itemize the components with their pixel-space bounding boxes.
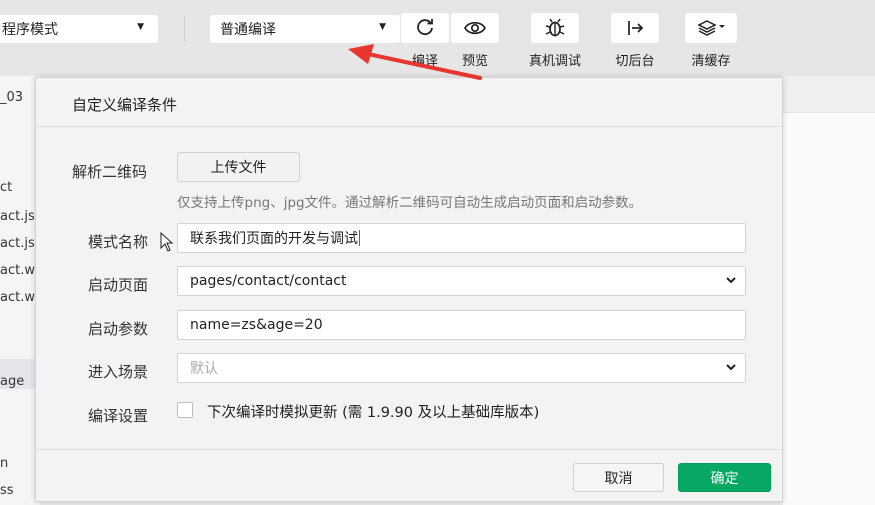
start-params-value: name=zs&age=20 [190, 317, 323, 333]
compile-mode-value: 普通编译 [220, 22, 276, 38]
real-device-debug-button[interactable] [531, 13, 579, 43]
toolbar-divider [184, 16, 185, 42]
simulate-update-checkbox[interactable] [177, 402, 193, 418]
start-params-label: 启动参数 [88, 320, 149, 338]
editor-background [783, 76, 875, 505]
file-tree-item[interactable]: ct [0, 180, 12, 195]
clear-cache-label[interactable]: 清缓存 [681, 50, 741, 69]
eye-icon [464, 21, 486, 35]
annotation-arrow-icon [348, 44, 482, 80]
text-caret [359, 230, 360, 246]
scene-placeholder: 默认 [190, 361, 218, 377]
file-tree-item[interactable]: act.js [0, 236, 35, 251]
dialog-divider [36, 126, 782, 127]
file-tree-item[interactable]: act.w [0, 290, 35, 305]
start-page-value: pages/contact/contact [190, 273, 347, 289]
background-button[interactable] [611, 13, 659, 43]
file-tree-item[interactable]: _03 [0, 90, 23, 105]
chevron-down-icon [726, 277, 736, 284]
file-tree-item[interactable]: age [0, 374, 24, 389]
custom-compile-dialog: 自定义编译条件 解析二维码 上传文件 仅支持上传png、jpg文件。通过解析二维… [35, 77, 783, 502]
mode-select-value: 程序模式 [2, 22, 58, 38]
file-tree-item[interactable]: n [0, 456, 8, 471]
switch-out-icon [628, 21, 644, 35]
bug-icon [545, 18, 565, 37]
start-page-label: 启动页面 [88, 276, 149, 294]
dialog-footer-divider [36, 449, 782, 450]
scene-select[interactable]: 默认 [177, 353, 746, 383]
simulate-update-label[interactable]: 下次编译时模拟更新 (需 1.9.90 及以上基础库版本) [207, 401, 539, 422]
chevron-down-icon [726, 364, 736, 371]
background-label[interactable]: 切后台 [605, 50, 665, 69]
cancel-button[interactable]: 取消 [573, 463, 664, 492]
confirm-button[interactable]: 确定 [678, 463, 771, 492]
file-tree-item[interactable]: ss [0, 483, 14, 498]
editor-tab-bar [783, 76, 875, 113]
qr-label: 解析二维码 [72, 163, 148, 181]
mode-name-value: 联系我们页面的开发与调试 [190, 231, 358, 247]
start-page-select[interactable]: pages/contact/contact [177, 266, 746, 296]
preview-button[interactable] [451, 13, 499, 43]
dialog-title: 自定义编译条件 [72, 96, 178, 114]
real-device-debug-label[interactable]: 真机调试 [520, 50, 590, 69]
mode-select[interactable]: 程序模式 ▼ [0, 15, 158, 43]
compile-mode-select[interactable]: 普通编译 ▼ [210, 15, 400, 43]
mouse-cursor-icon [160, 232, 174, 252]
file-tree-sidebar: _03 ct act.js act.js act.w act.w age n s… [0, 76, 40, 505]
upload-file-button[interactable]: 上传文件 [177, 152, 300, 182]
compile-settings-label: 编译设置 [88, 407, 149, 425]
chevron-down-icon: ▼ [137, 22, 144, 32]
file-tree-item[interactable]: act.w [0, 263, 35, 278]
refresh-icon [417, 19, 433, 36]
compile-button[interactable] [401, 13, 449, 43]
clear-cache-button[interactable] [685, 13, 737, 43]
layers-icon [697, 20, 725, 36]
mode-name-label: 模式名称 [88, 233, 149, 251]
upload-hint: 仅支持上传png、jpg文件。通过解析二维码可自动生成启动页面和启动参数。 [177, 195, 643, 211]
mode-name-input[interactable]: 联系我们页面的开发与调试 [177, 223, 746, 253]
chevron-down-icon: ▼ [379, 22, 386, 32]
file-tree-item[interactable]: act.js [0, 209, 35, 224]
scene-label: 进入场景 [88, 363, 149, 381]
start-params-input[interactable]: name=zs&age=20 [177, 310, 746, 340]
